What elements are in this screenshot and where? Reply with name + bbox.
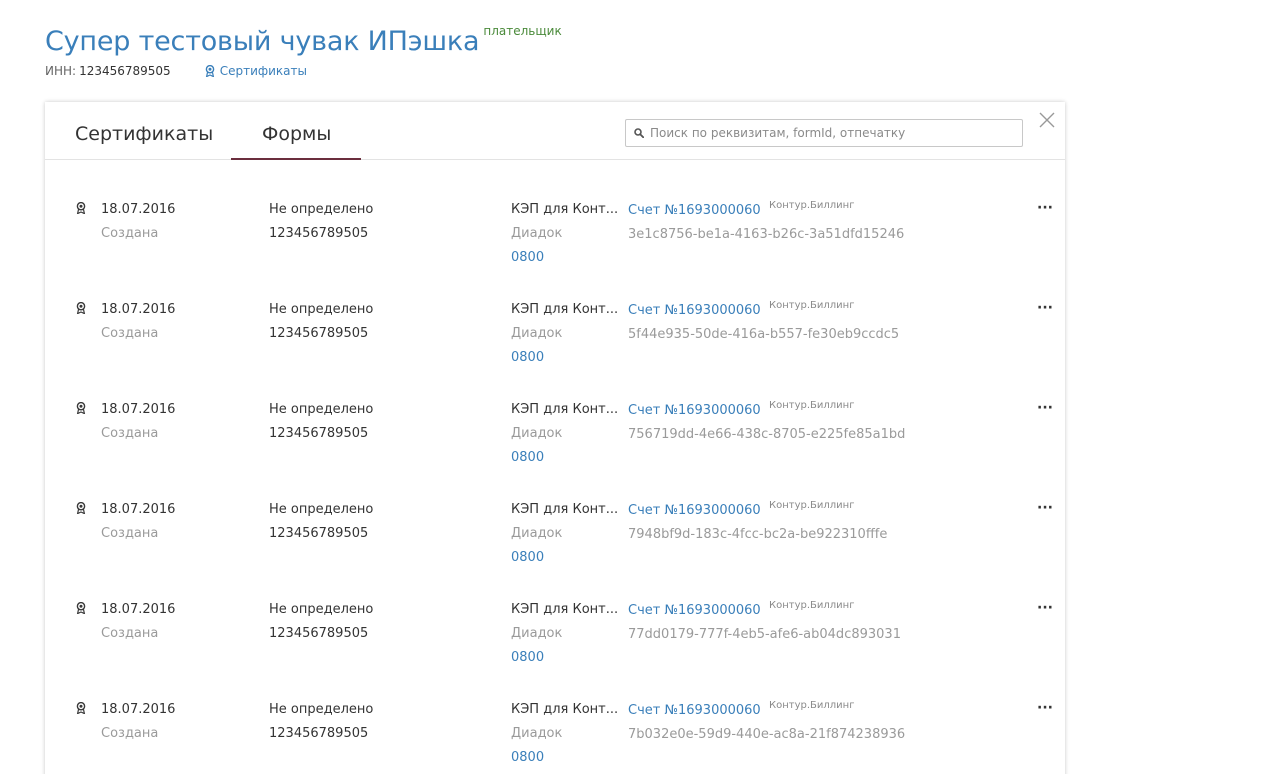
form-guid: 77dd0179-777f-4eb5-afe6-ab04dc893031: [628, 627, 901, 642]
page-title: Супер тестовый чувак ИПэшка: [45, 26, 480, 57]
form-source: Диадок: [511, 626, 563, 641]
form-product: КЭП для Конт...: [511, 302, 619, 317]
billing-label: Контур.Биллинг: [769, 400, 855, 411]
form-inn: 123456789505: [269, 526, 369, 541]
page: Супер тестовый чувак ИПэшка плательщик И…: [0, 0, 1283, 774]
form-guid: 756719dd-4e66-438c-8705-e225fe85a1bd: [628, 427, 906, 442]
list-item[interactable]: 18.07.2016 Создана Не определено 1234567…: [45, 560, 1065, 665]
form-guid: 3e1c8756-be1a-4163-b26c-3a51dfd15246: [628, 227, 905, 242]
form-source: Диадок: [511, 426, 563, 441]
form-guid: 5f44e935-50de-416a-b557-fe30eb9ccdc5: [628, 327, 900, 342]
header: Супер тестовый чувак ИПэшка плательщик И…: [45, 24, 562, 78]
list-item[interactable]: 18.07.2016 Создана Не определено 1234567…: [45, 360, 1065, 465]
form-status: Создана: [101, 726, 159, 741]
invoice-link[interactable]: Счет №1693000060: [628, 403, 761, 419]
search-box: [625, 119, 1023, 147]
form-product: КЭП для Конт...: [511, 502, 619, 517]
form-date: 18.07.2016: [101, 202, 176, 217]
billing-label: Контур.Биллинг: [769, 200, 855, 211]
row-menu-button[interactable]: ···: [1037, 401, 1053, 415]
form-date: 18.07.2016: [101, 702, 176, 717]
forms-panel: Сертификаты Формы 18.07.2016 Создана Не …: [45, 102, 1065, 774]
list-item[interactable]: 18.07.2016 Создана Не определено 1234567…: [45, 660, 1065, 765]
invoice-link[interactable]: Счет №1693000060: [628, 503, 761, 519]
form-date: 18.07.2016: [101, 302, 176, 317]
form-inn: 123456789505: [269, 626, 369, 641]
form-kind: Не определено: [269, 502, 374, 517]
form-date: 18.07.2016: [101, 502, 176, 517]
certificate-icon: [76, 602, 86, 614]
row-menu-button[interactable]: ···: [1037, 201, 1053, 215]
row-menu-button[interactable]: ···: [1037, 601, 1053, 615]
form-product: КЭП для Конт...: [511, 602, 619, 617]
list-item[interactable]: 18.07.2016 Создана Не определено 1234567…: [45, 160, 1065, 265]
invoice-link[interactable]: Счет №1693000060: [628, 703, 761, 719]
search-input[interactable]: [650, 126, 1010, 140]
form-product: КЭП для Конт...: [511, 202, 619, 217]
form-code-link[interactable]: 0800: [511, 750, 544, 766]
form-guid: 7b032e0e-59d9-440e-ac8a-21f874238936: [628, 727, 906, 742]
form-kind: Не определено: [269, 402, 374, 417]
form-status: Создана: [101, 426, 159, 441]
form-source: Диадок: [511, 526, 563, 541]
certificate-icon: [76, 502, 86, 514]
invoice-link[interactable]: Счет №1693000060: [628, 303, 761, 319]
search-icon: [634, 128, 644, 138]
certificates-link-label: Сертификаты: [219, 64, 307, 78]
form-status: Создана: [101, 626, 159, 641]
close-icon[interactable]: [1038, 111, 1056, 129]
form-guid: 7948bf9d-183c-4fcc-bc2a-be922310fffe: [628, 527, 888, 542]
billing-label: Контур.Биллинг: [769, 300, 855, 311]
form-status: Создана: [101, 326, 159, 341]
billing-label: Контур.Биллинг: [769, 700, 855, 711]
billing-label: Контур.Биллинг: [769, 600, 855, 611]
tab-certificates[interactable]: Сертификаты: [75, 121, 213, 147]
inn-value: 123456789505: [79, 64, 171, 78]
form-kind: Не определено: [269, 602, 374, 617]
certificate-icon: [76, 202, 86, 214]
forms-list: 18.07.2016 Создана Не определено 1234567…: [45, 160, 1065, 765]
form-inn: 123456789505: [269, 226, 369, 241]
title-line: Супер тестовый чувак ИПэшка плательщик: [45, 24, 562, 60]
row-menu-button[interactable]: ···: [1037, 301, 1053, 315]
form-source: Диадок: [511, 226, 563, 241]
list-item[interactable]: 18.07.2016 Создана Не определено 1234567…: [45, 260, 1065, 365]
form-status: Создана: [101, 526, 159, 541]
certificate-icon: [205, 65, 215, 77]
form-kind: Не определено: [269, 202, 374, 217]
certificate-icon: [76, 402, 86, 414]
inn-label: ИНН:: [45, 64, 77, 78]
org-info: ИНН: 123456789505 Сертификаты: [45, 64, 307, 78]
tabs-bar: Сертификаты Формы: [45, 102, 1065, 160]
tab-forms[interactable]: Формы: [262, 121, 331, 147]
certificate-icon: [76, 702, 86, 714]
certificate-icon: [76, 302, 86, 314]
form-status: Создана: [101, 226, 159, 241]
row-menu-button[interactable]: ···: [1037, 501, 1053, 515]
form-date: 18.07.2016: [101, 402, 176, 417]
form-product: КЭП для Конт...: [511, 402, 619, 417]
certificates-link[interactable]: Сертификаты: [205, 64, 307, 78]
form-source: Диадок: [511, 726, 563, 741]
form-inn: 123456789505: [269, 326, 369, 341]
form-kind: Не определено: [269, 702, 374, 717]
invoice-link[interactable]: Счет №1693000060: [628, 603, 761, 619]
invoice-link[interactable]: Счет №1693000060: [628, 203, 761, 219]
form-date: 18.07.2016: [101, 602, 176, 617]
form-source: Диадок: [511, 326, 563, 341]
form-kind: Не определено: [269, 302, 374, 317]
row-menu-button[interactable]: ···: [1037, 701, 1053, 715]
form-inn: 123456789505: [269, 426, 369, 441]
billing-label: Контур.Биллинг: [769, 500, 855, 511]
form-product: КЭП для Конт...: [511, 702, 619, 717]
payer-badge: плательщик: [483, 24, 562, 38]
form-inn: 123456789505: [269, 726, 369, 741]
list-item[interactable]: 18.07.2016 Создана Не определено 1234567…: [45, 460, 1065, 565]
